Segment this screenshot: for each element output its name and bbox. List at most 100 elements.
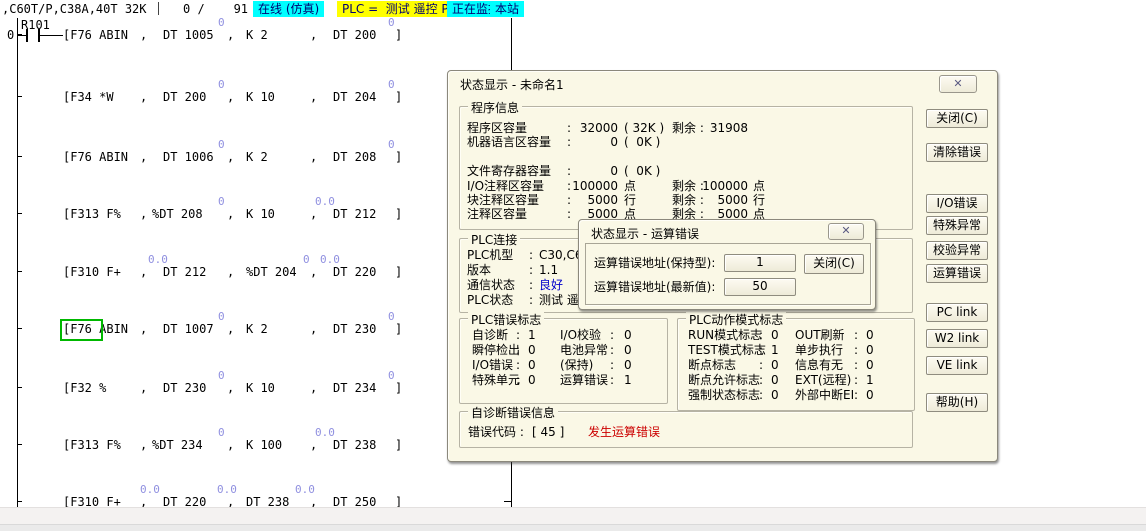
error-flags-legend: PLC错误标志 (468, 311, 544, 328)
flag-row: 瞬停检出:0电池异常:0 (460, 344, 700, 357)
pc-link-button[interactable]: PC link (926, 303, 988, 322)
bracket: ] (395, 150, 402, 164)
verify-abnormal-button[interactable]: 校验异常 (926, 241, 988, 260)
operand-1: DT 212 (163, 265, 206, 279)
colon: : (854, 329, 858, 342)
field-value: 1.1 (539, 264, 558, 277)
horizontal-scrollbar-track[interactable] (0, 507, 1146, 525)
separator: , (310, 207, 317, 221)
separator: , (310, 28, 317, 42)
monitor-value: 0 (388, 369, 395, 382)
monitor-value: 0 (388, 310, 395, 323)
field-label: PLC机型 (467, 249, 513, 262)
flag-value: 0 (866, 359, 874, 372)
operand-3: DT 212 (333, 207, 376, 221)
colon: : (854, 344, 858, 357)
flag-label: 断点允许标志 (688, 374, 760, 387)
operand-2: K 10 (246, 381, 275, 395)
operation-error-titlebar[interactable]: 状态显示 - 运算错误 ✕ (579, 220, 875, 241)
rung-tick (17, 328, 22, 329)
colon: : (610, 344, 614, 357)
rung-tick (17, 156, 22, 157)
monitor-value: 0 (218, 195, 225, 208)
field-unit: ( 0K ) (624, 136, 660, 149)
ladder-rung[interactable]: [F34 *W,DT 200,K 10,DT 204]00 (0, 90, 520, 104)
separator: , (140, 28, 147, 42)
flag-label: EXT(远程) (795, 374, 851, 387)
separator: , (140, 150, 147, 164)
close-icon[interactable]: ✕ (939, 75, 977, 93)
special-abnormal-button[interactable]: 特殊异常 (926, 216, 988, 235)
colon: : (516, 344, 520, 357)
program-info-row: 程序区容量:32000( 32K )剩余 :31908 (460, 122, 912, 135)
ladder-rung[interactable]: [F313 F%,%DT 234,K 100,DT 238]00.0 (0, 438, 520, 452)
monitor-value: 0.0 (320, 253, 340, 266)
monitor-value: 0 (388, 16, 395, 29)
status-dialog-titlebar[interactable]: 状态显示 - 未命名1 ✕ (448, 71, 997, 92)
ladder-rung[interactable]: [F76 ABIN,DT 1005,K 2,DT 200]00 (0, 28, 520, 42)
ladder-rung[interactable]: [F313 F%,%DT 208,K 10,DT 212]00.0 (0, 207, 520, 221)
colon: : (759, 359, 763, 372)
toolbar-divider (158, 2, 159, 15)
help-button[interactable]: 帮助(H) (926, 393, 988, 412)
field-value: 32000 (518, 122, 618, 135)
ladder-rung[interactable]: [F32 %,DT 230,K 10,DT 234]00 (0, 381, 520, 395)
flag-row: I/O错误:0(保持):0 (460, 359, 700, 372)
field-value: 0 (518, 165, 618, 178)
monitor-value: 0.0 (295, 483, 315, 496)
io-error-button[interactable]: I/O错误 (926, 194, 988, 213)
flag-label: 断点标志 (688, 359, 736, 372)
field-value: 测试 遥 (539, 294, 579, 307)
operand-3: DT 238 (333, 438, 376, 452)
latest-value-address-field[interactable]: 50 (724, 278, 796, 296)
monitor-value: 0.0 (148, 253, 168, 266)
suberror-close-button[interactable]: 关闭(C) (804, 254, 864, 274)
separator: , (140, 207, 147, 221)
flag-label: 瞬停检出 (472, 344, 520, 357)
monitor-value: 0 (218, 16, 225, 29)
hold-type-address-field[interactable]: 1 (724, 254, 796, 272)
flag-value: 1 (771, 344, 779, 357)
flag-label: I/O校验 (560, 329, 601, 342)
flag-row: RUN模式标志:0OUT刷新:0 (678, 329, 918, 342)
status-bar (0, 524, 1146, 531)
suberror-row: 运算错误地址(最新值):50 (586, 278, 870, 296)
operation-error-button[interactable]: 运算错误 (926, 264, 988, 283)
flag-label: 电池异常 (560, 344, 608, 357)
ladder-rung[interactable]: [F76 ABIN,DT 1006,K 2,DT 208]00 (0, 150, 520, 164)
separator: , (310, 381, 317, 395)
flag-row: 特殊单元:0运算错误:1 (460, 374, 700, 387)
monitor-value: 0 (218, 310, 225, 323)
ve-link-button[interactable]: VE link (926, 356, 988, 375)
flag-row: TEST模式标志:1单步执行:0 (678, 344, 918, 357)
w2-link-button[interactable]: W2 link (926, 329, 988, 348)
flag-value: 0 (771, 374, 779, 387)
flag-value: 0 (866, 329, 874, 342)
clear-errors-button[interactable]: 清除错误 (926, 143, 988, 162)
instruction: [F313 F% (63, 207, 121, 221)
rung-tick (17, 213, 22, 214)
mode-flags-legend: PLC动作模式标志 (686, 311, 786, 328)
colon: : (854, 374, 858, 387)
operand-1: DT 1005 (163, 28, 214, 42)
colon: : (759, 374, 763, 387)
ladder-rung[interactable]: [F76 ABIN,DT 1007,K 2,DT 230]00 (0, 322, 520, 336)
mode-flags-group: PLC动作模式标志 RUN模式标志:0OUT刷新:0TEST模式标志:1单步执行… (677, 318, 915, 411)
operand-3: DT 234 (333, 381, 376, 395)
rung-tick (17, 444, 22, 445)
close-icon[interactable]: ✕ (828, 223, 864, 240)
operand-3: DT 208 (333, 150, 376, 164)
close-button[interactable]: 关闭(C) (926, 109, 988, 128)
remain-value: 5000 (692, 194, 748, 207)
ladder-rung[interactable]: [F310 F+,DT 212,%DT 204,DT 220]0.000.0 (0, 265, 520, 279)
colon: : (610, 359, 614, 372)
field-unit: 点 (624, 180, 636, 193)
separator: , (227, 438, 234, 452)
operand-3: DT 204 (333, 90, 376, 104)
separator: , (227, 265, 234, 279)
operand-1: DT 200 (163, 90, 206, 104)
colon: : (516, 374, 520, 387)
monitor-value: 0 (218, 78, 225, 91)
status-dialog-title: 状态显示 - 未命名1 (460, 76, 564, 93)
operand-1: %DT 234 (152, 438, 203, 452)
